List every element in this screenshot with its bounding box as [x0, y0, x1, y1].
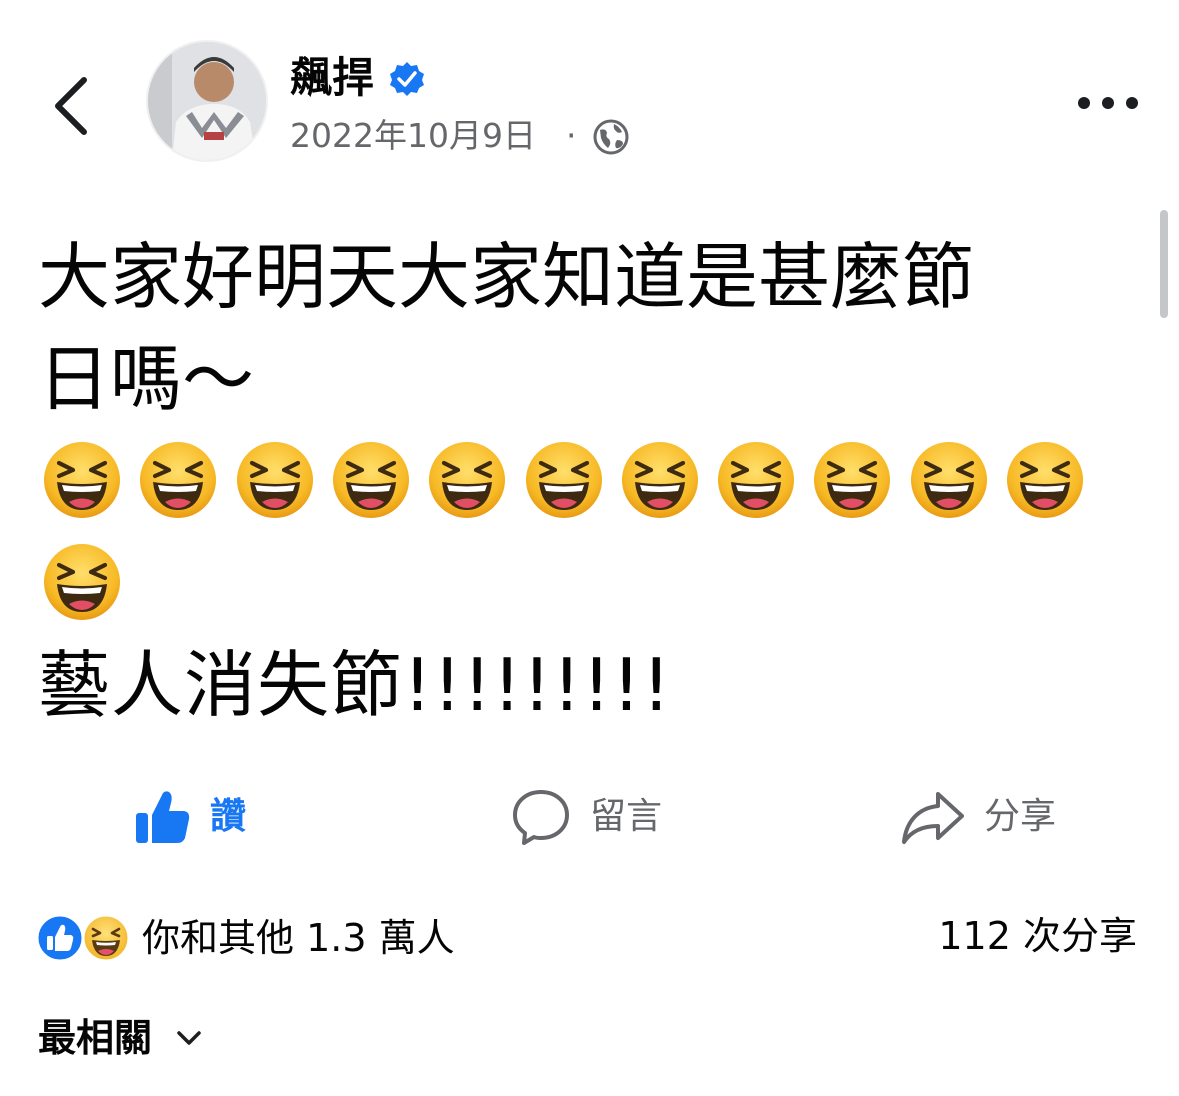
laughing-emoji-icon	[42, 440, 122, 520]
laughing-emoji-icon	[1005, 440, 1085, 520]
like-button[interactable]: 讚	[132, 782, 246, 852]
laughing-emoji-icon	[716, 440, 796, 520]
author-name[interactable]: 飆捍	[290, 52, 374, 104]
haha-reaction-icon	[80, 912, 132, 964]
post-text-line-1: 大家好明天大家知道是甚麼節	[38, 235, 975, 319]
avatar-photo	[148, 42, 266, 160]
laughing-emoji-icon	[812, 440, 892, 520]
comment-sort-dropdown[interactable]: 最相關	[38, 1014, 204, 1062]
like-reaction-icon	[34, 912, 86, 964]
author-avatar[interactable]	[148, 42, 266, 160]
reactions-count-text: 你和其他 1.3 萬人	[142, 916, 455, 960]
comment-label: 留言	[590, 796, 663, 837]
dot	[1126, 97, 1138, 109]
dot	[1078, 97, 1090, 109]
laughing-emoji-icon	[235, 440, 315, 520]
more-options-button[interactable]	[1076, 92, 1140, 114]
emoji-row	[42, 440, 1142, 640]
post-timestamp[interactable]: 2022年10月9日	[290, 114, 536, 158]
scrollbar[interactable]	[1160, 210, 1168, 318]
comment-button[interactable]: 留言	[510, 782, 662, 852]
timestamp-separator: ·	[566, 116, 577, 155]
share-arrow-icon	[902, 792, 964, 844]
post-text-line-3: 藝人消失節!!!!!!!!!	[38, 643, 672, 727]
verified-badge-icon	[388, 60, 426, 98]
share-label: 分享	[984, 796, 1057, 837]
dot	[1102, 97, 1114, 109]
laughing-emoji-icon	[909, 440, 989, 520]
post-text-line-2: 日嗎～	[38, 337, 255, 421]
chevron-left-icon	[55, 77, 87, 135]
chevron-down-icon	[177, 1031, 201, 1045]
sort-label: 最相關	[38, 1016, 153, 1060]
like-label: 讚	[210, 796, 247, 837]
laughing-emoji-icon	[331, 440, 411, 520]
laughing-emoji-icon	[138, 440, 218, 520]
laughing-emoji-icon	[427, 440, 507, 520]
back-button[interactable]	[40, 66, 100, 146]
shares-count[interactable]: 112 次分享	[938, 912, 1137, 960]
comment-bubble-icon	[513, 790, 569, 845]
laughing-emoji-icon	[620, 440, 700, 520]
laughing-emoji-icon	[524, 440, 604, 520]
thumbs-up-icon	[136, 791, 190, 843]
reactions-summary[interactable]: 你和其他 1.3 萬人	[34, 910, 455, 966]
share-button[interactable]: 分享	[900, 782, 1056, 852]
globe-icon	[592, 118, 630, 156]
laughing-emoji-icon	[42, 542, 122, 622]
